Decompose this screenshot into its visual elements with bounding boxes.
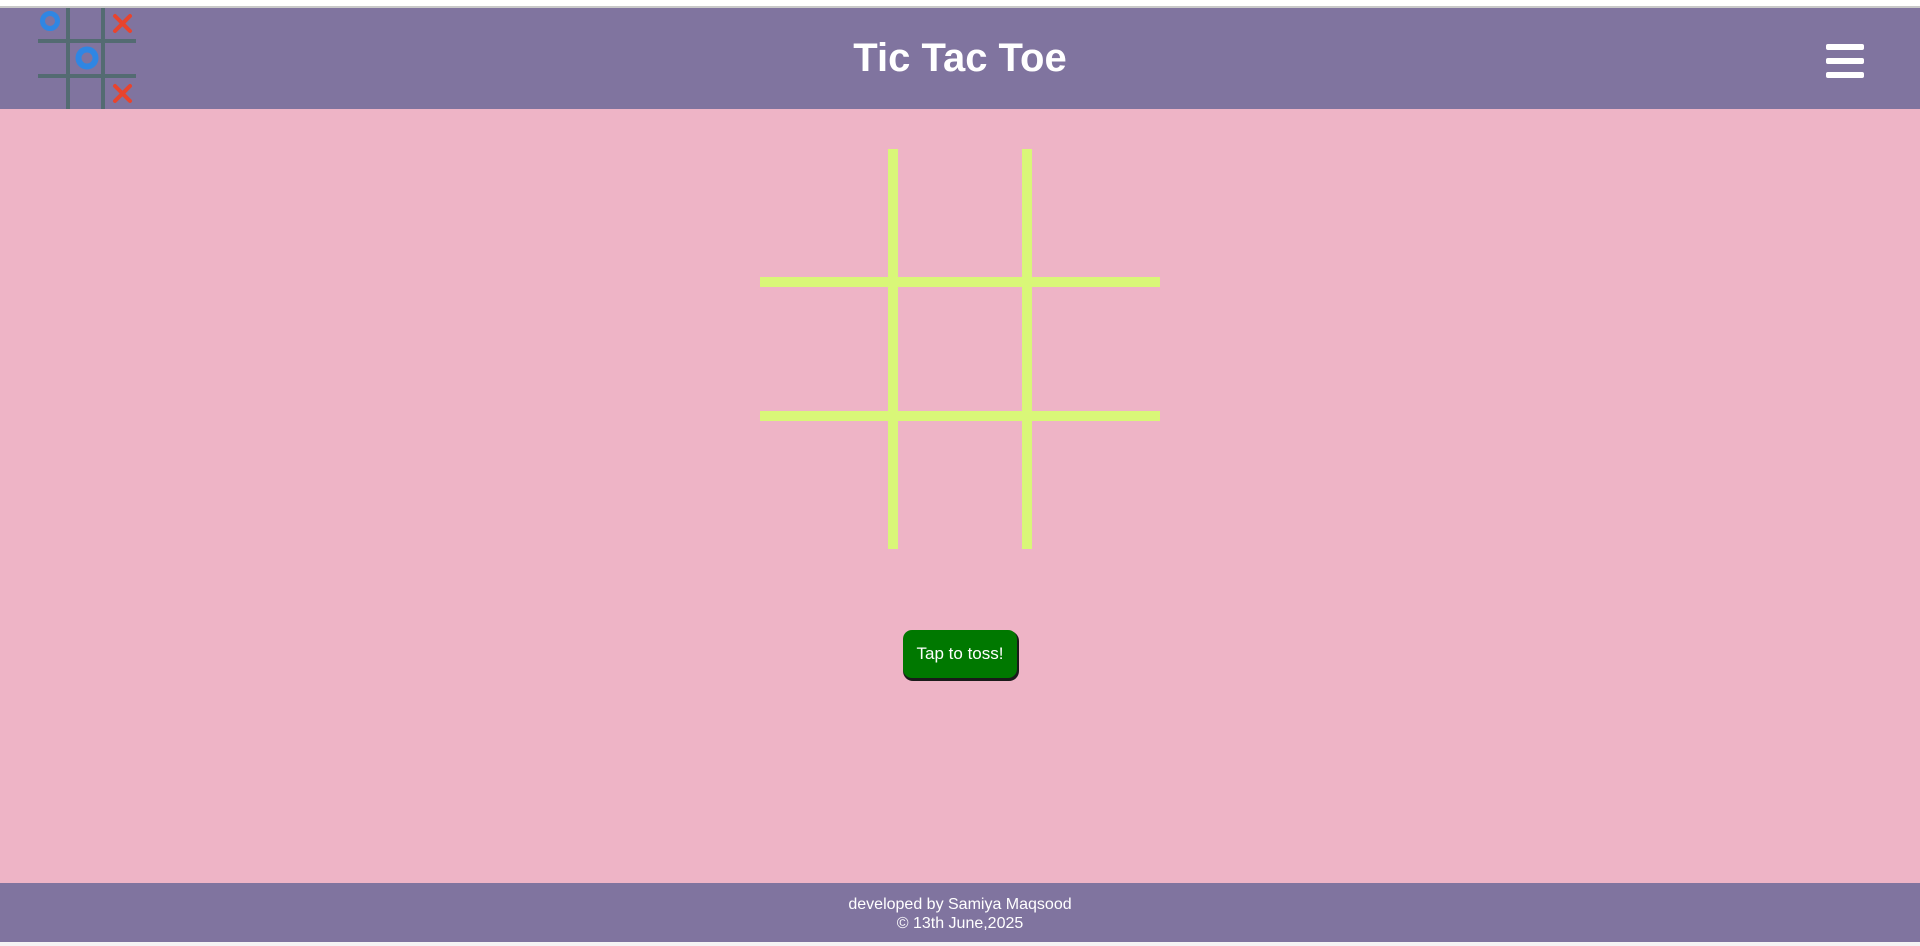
- board-cell-5[interactable]: [898, 287, 1022, 411]
- page: Tic Tac Toe Tap to toss! developed by Sa…: [0, 0, 1920, 946]
- board-cell-8[interactable]: [898, 425, 1022, 549]
- board-cell-4[interactable]: [760, 287, 884, 411]
- footer-credit: developed by Samiya Maqsood: [848, 896, 1072, 913]
- page-footer: developed by Samiya Maqsood © 13th June,…: [0, 883, 1920, 942]
- game-area: Tap to toss!: [0, 109, 1920, 883]
- browser-top-edge: [0, 0, 1920, 8]
- bottom-edge: [0, 942, 1920, 946]
- board-cell-1[interactable]: [760, 149, 884, 273]
- page-title: Tic Tac Toe: [853, 36, 1067, 80]
- grid-line-horizontal-2: [760, 411, 1160, 421]
- board-cell-6[interactable]: [1036, 287, 1160, 411]
- board-cell-7[interactable]: [760, 425, 884, 549]
- game-board: [760, 149, 1160, 549]
- menu-bar-bottom: [1826, 72, 1864, 78]
- board-cell-9[interactable]: [1036, 425, 1160, 549]
- hamburger-menu-icon[interactable]: [1826, 44, 1864, 78]
- grid-line-horizontal-1: [760, 277, 1160, 287]
- app-header: Tic Tac Toe: [0, 8, 1920, 109]
- menu-bar-top: [1826, 44, 1864, 50]
- board-cell-3[interactable]: [1036, 149, 1160, 273]
- board-cell-2[interactable]: [898, 149, 1022, 273]
- menu-bar-middle: [1826, 58, 1864, 64]
- grid-line-vertical-2: [1022, 149, 1032, 549]
- toss-button[interactable]: Tap to toss!: [903, 630, 1017, 678]
- grid-line-vertical-1: [888, 149, 898, 549]
- footer-date: © 13th June,2025: [896, 915, 1024, 932]
